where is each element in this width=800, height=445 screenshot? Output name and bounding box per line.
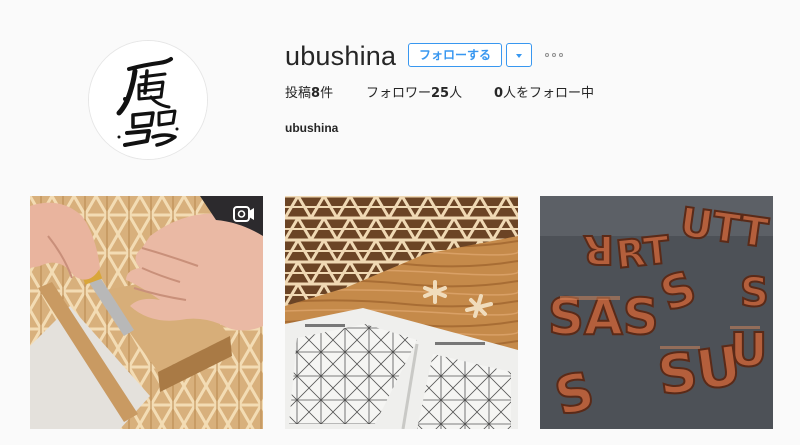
calligraphy-logo [89,41,207,159]
video-camera-icon [233,206,254,222]
post-thumbnail-3[interactable]: UTT R RT S S SAS U SU S [540,196,773,429]
post-image: UTT R RT S S SAS U SU S [540,196,773,429]
posts-count-stat: 投稿8件 [285,86,334,101]
chevron-down-icon [516,54,522,58]
post-image [285,196,518,429]
follow-button[interactable]: フォローする [408,43,502,67]
followers-link[interactable]: フォロワー25人 [366,86,462,102]
following-link[interactable]: 0人をフォロー中 [494,86,594,102]
post-thumbnail-1[interactable] [30,196,263,429]
svg-text:SU: SU [654,334,745,408]
profile-username: ubushina [285,41,397,71]
profile-avatar[interactable] [88,40,208,160]
post-image [30,196,263,429]
more-options-icon[interactable] [545,53,563,57]
post-thumbnail-2[interactable] [285,196,518,429]
profile-full-name: ubushina [285,121,339,135]
svg-text:R: R [583,226,614,272]
svg-text:S: S [740,270,769,316]
follow-dropdown-button[interactable] [506,43,532,67]
